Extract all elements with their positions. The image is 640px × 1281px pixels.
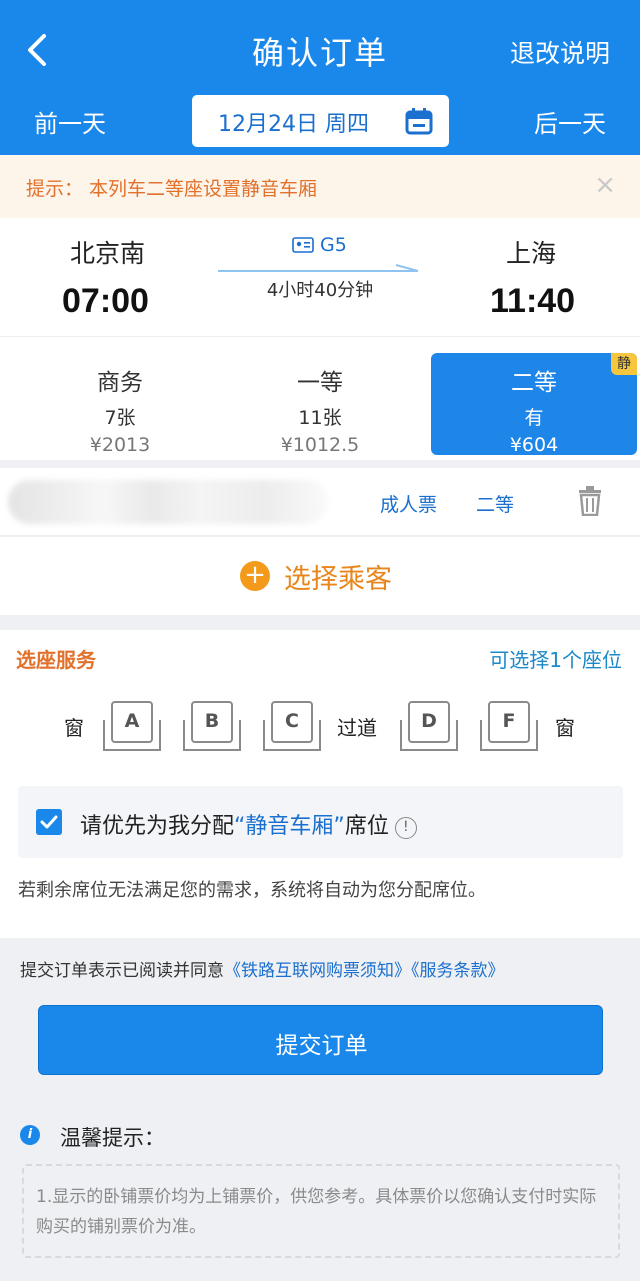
seat-class-name: 一等 — [297, 370, 343, 396]
window-label-left: 窗 — [64, 716, 84, 740]
train-info: 北京南 上海 07:00 11:40 G5 4小时40分钟 — [0, 218, 640, 336]
refund-policy-link[interactable]: 退改说明 — [510, 34, 610, 70]
blurred-passenger-name — [8, 480, 328, 524]
seat-F[interactable]: F — [479, 700, 539, 752]
checkbox-checked-icon[interactable] — [36, 809, 62, 835]
seat-class-second[interactable]: 静 二等 有 ¥604 — [431, 353, 637, 456]
warm-tip-text: 1.显示的卧铺票价均为上铺票价，供您参考。具体票价以您确认支付时实际购买的铺别票… — [36, 1187, 597, 1237]
submit-order-label: 提交订单 — [275, 1033, 368, 1059]
seat-service-hint: 可选择1个座位 — [489, 648, 622, 672]
date-text: 12月24日 周四 — [218, 112, 369, 137]
passenger-seat-class[interactable]: 二等 — [476, 490, 514, 517]
seat-letter: B — [204, 710, 220, 732]
trip-duration: 4小时40分钟 — [266, 280, 374, 301]
passenger-row[interactable]: 成人票 二等 — [0, 468, 640, 536]
train-card-icon — [292, 237, 314, 253]
seat-class-name: 二等 — [511, 370, 557, 396]
seat-class-price: ¥2013 — [89, 434, 151, 456]
seat-letter: A — [124, 710, 140, 732]
seat-class-first[interactable]: 一等 11张 ¥1012.5 — [220, 337, 420, 461]
seat-class-price: ¥604 — [509, 434, 559, 456]
pref-suffix: 席位 — [344, 814, 389, 839]
terms-of-service-link[interactable]: 《服务条款》 — [411, 961, 505, 981]
seat-service-title: 选座服务 — [16, 648, 96, 672]
agreement-text: 提交订单表示已阅读并同意《铁路互联网购票须知》《服务条款》 — [20, 956, 505, 981]
calendar-icon — [405, 108, 433, 135]
window-label-right: 窗 — [555, 716, 575, 740]
route-arrow-icon — [218, 264, 419, 272]
auto-assign-note: 若剩余席位无法满足您的需求，系统将自动为您分配席位。 — [18, 880, 486, 901]
info-icon: i — [20, 1125, 40, 1145]
pref-highlight: “静音车厢” — [234, 814, 345, 839]
seat-letter: C — [285, 710, 299, 732]
seat-class-count: 7张 — [104, 407, 136, 429]
seat-map: 窗 A B C 过道 D F 窗 — [0, 700, 640, 760]
pref-prefix: 请优先为我分配 — [80, 814, 235, 839]
ticket-type-selector[interactable]: 成人票 — [380, 490, 437, 517]
departure-station: 北京南 — [70, 239, 146, 268]
train-number-text: G5 — [320, 234, 347, 256]
agreement-prefix: 提交订单表示已阅读并同意 — [20, 961, 224, 981]
ticket-rules-link[interactable]: 《铁路互联网购票须知》 — [224, 961, 411, 981]
seat-class-name: 商务 — [97, 370, 143, 396]
warm-tip-box: 1.显示的卧铺票价均为上铺票价，供您参考。具体票价以您确认支付时实际购买的铺别票… — [22, 1164, 620, 1258]
seat-class-count: 有 — [524, 407, 544, 429]
trash-icon[interactable] — [578, 486, 602, 516]
plus-icon: + — [240, 561, 270, 591]
seat-D[interactable]: D — [399, 700, 459, 752]
prev-day-button[interactable]: 前一天 — [34, 104, 106, 139]
warm-tip-title: 温馨提示： — [60, 1126, 165, 1150]
seat-letter: F — [502, 710, 516, 732]
train-number[interactable]: G5 — [292, 234, 347, 256]
seat-A[interactable]: A — [102, 700, 162, 752]
tip-text: 提示： 本列车二等座设置静音车厢 — [26, 178, 318, 200]
add-passenger-label: 选择乘客 — [284, 564, 392, 595]
seat-letter: D — [421, 710, 437, 732]
tip-banner: 提示： 本列车二等座设置静音车厢 × — [0, 155, 640, 218]
header-bar: 确认订单 退改说明 前一天 12月24日 周四 后一天 — [0, 0, 640, 155]
submit-order-button[interactable]: 提交订单 — [38, 1005, 603, 1075]
seat-B[interactable]: B — [182, 700, 242, 752]
add-passenger-button[interactable]: + 选择乘客 — [0, 537, 640, 615]
quiet-car-preference[interactable]: 请优先为我分配“静音车厢”席位! — [18, 786, 623, 858]
date-selector[interactable]: 12月24日 周四 — [192, 95, 449, 147]
seat-C[interactable]: C — [262, 700, 322, 752]
close-icon[interactable]: × — [594, 170, 616, 200]
info-icon[interactable]: ! — [394, 817, 417, 839]
seat-selection-service: 选座服务 可选择1个座位 窗 A B C 过道 D F 窗 请优先为我分配“静音… — [0, 630, 640, 938]
quiet-car-badge: 静 — [611, 353, 637, 375]
seat-class-price: ¥1012.5 — [280, 434, 360, 456]
seat-class-selector: 商务 7张 ¥2013 一等 11张 ¥1012.5 静 二等 有 ¥604 — [0, 336, 640, 460]
quiet-car-preference-label: 请优先为我分配“静音车厢”席位! — [80, 808, 417, 840]
next-day-button[interactable]: 后一天 — [534, 104, 606, 139]
aisle-label: 过道 — [337, 716, 377, 740]
seat-class-count: 11张 — [298, 407, 342, 429]
seat-class-business[interactable]: 商务 7张 ¥2013 — [20, 337, 220, 461]
arrival-station: 上海 — [506, 239, 557, 268]
